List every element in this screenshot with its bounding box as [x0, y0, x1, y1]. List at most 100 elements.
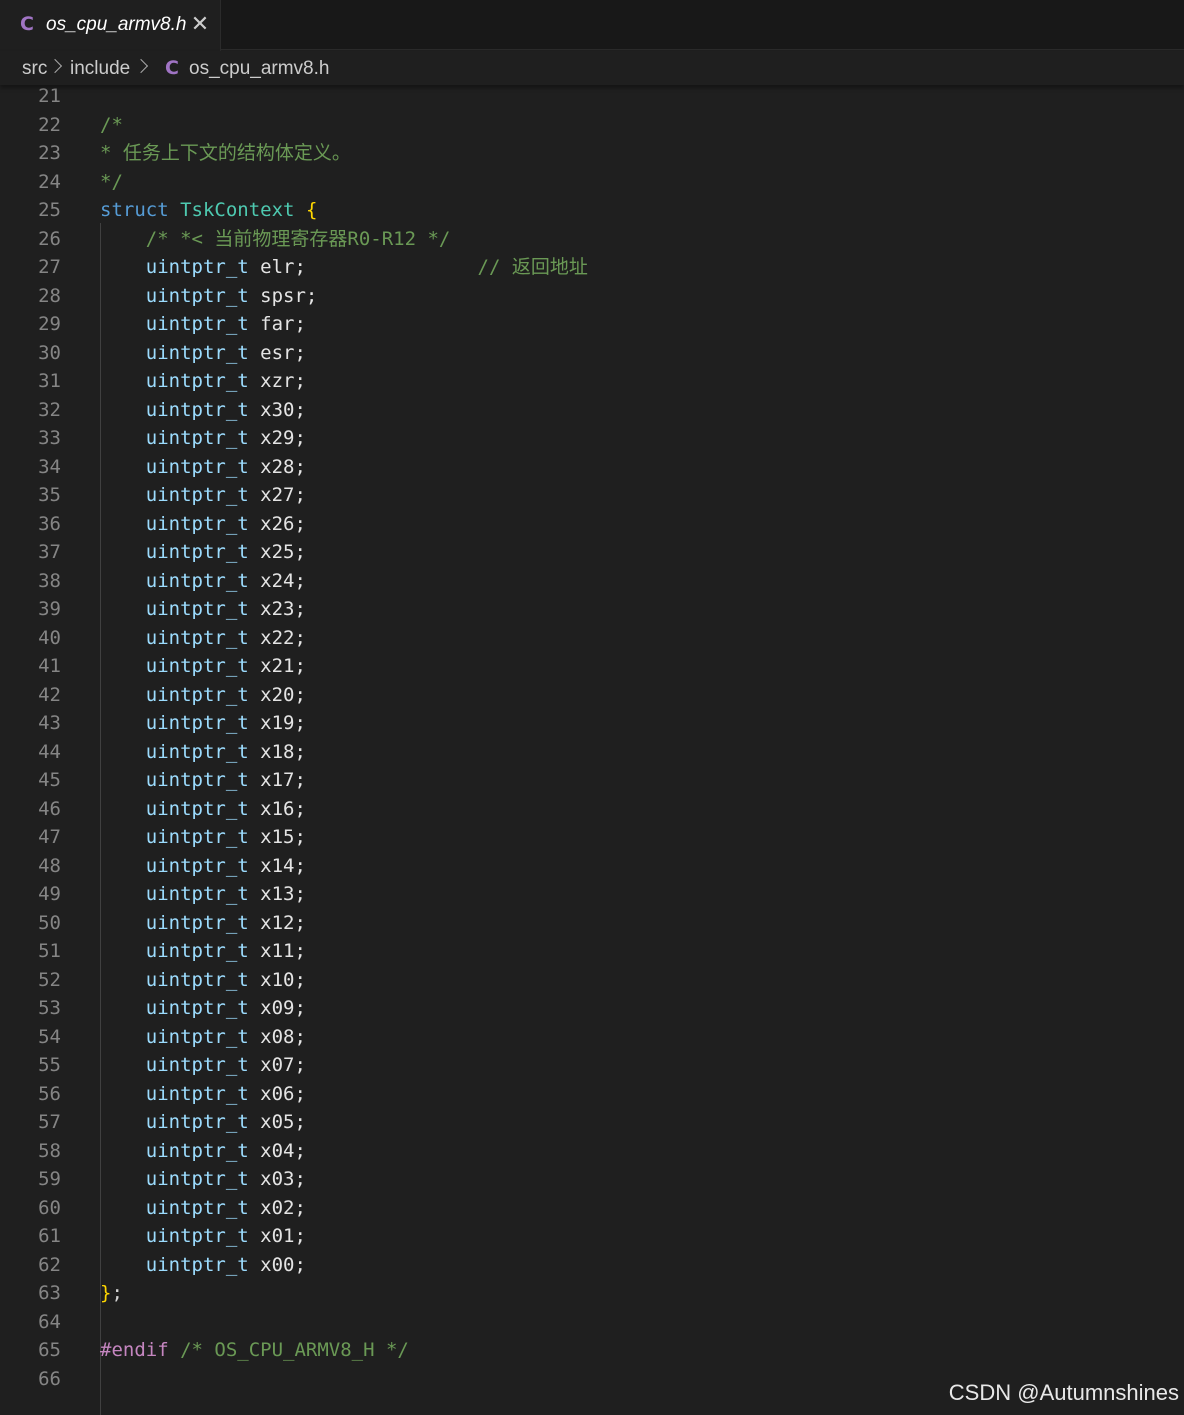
- code-text: uintptr_t x28;: [100, 453, 306, 482]
- code-line[interactable]: 32 uintptr_t x30;: [0, 396, 1184, 425]
- code-text: uintptr_t esr;: [100, 339, 306, 368]
- c-file-icon: C: [165, 57, 179, 79]
- line-number: 21: [38, 85, 61, 107]
- code-token: x02;: [248, 1196, 306, 1219]
- code-line[interactable]: 52 uintptr_t x10;: [0, 966, 1184, 995]
- code-text: uintptr_t xzr;: [100, 367, 306, 396]
- code-text: uintptr_t x14;: [100, 852, 306, 881]
- code-token: uintptr_t: [145, 1253, 249, 1276]
- code-line[interactable]: 35 uintptr_t x27;: [0, 481, 1184, 510]
- code-token: uintptr_t: [145, 968, 249, 991]
- code-line[interactable]: 34 uintptr_t x28;: [0, 453, 1184, 482]
- code-line[interactable]: 24 */: [0, 168, 1184, 197]
- code-token: spsr;: [248, 284, 318, 307]
- code-token: x14;: [248, 854, 306, 877]
- code-token: uintptr_t: [145, 1082, 249, 1105]
- code-line[interactable]: 54 uintptr_t x08;: [0, 1023, 1184, 1052]
- code-line[interactable]: 64: [0, 1308, 1184, 1337]
- code-line[interactable]: 47 uintptr_t x15;: [0, 823, 1184, 852]
- code-line[interactable]: 23 * 任务上下文的结构体定义。: [0, 139, 1184, 168]
- code-line[interactable]: 65 #endif /* OS_CPU_ARMV8_H */: [0, 1336, 1184, 1365]
- chevron-right-icon: [47, 58, 63, 74]
- code-line[interactable]: 33 uintptr_t x29;: [0, 424, 1184, 453]
- code-token: uintptr_t: [145, 313, 249, 335]
- breadcrumb-item-include[interactable]: include: [70, 58, 130, 80]
- code-line[interactable]: 51 uintptr_t x11;: [0, 937, 1184, 966]
- code-text: uintptr_t x04;: [100, 1137, 306, 1166]
- code-text: uintptr_t x29;: [100, 424, 306, 453]
- code-text: uintptr_t x11;: [100, 937, 306, 966]
- code-text: uintptr_t elr; // 返回地址: [100, 253, 588, 282]
- code-line[interactable]: 29 uintptr_t far;: [0, 310, 1184, 339]
- code-token: // 返回地址: [477, 256, 588, 278]
- code-token: uintptr_t: [145, 598, 249, 620]
- code-line[interactable]: 25 struct TskContext {: [0, 196, 1184, 225]
- code-line[interactable]: 60 uintptr_t x02;: [0, 1194, 1184, 1223]
- code-line[interactable]: 40 uintptr_t x22;: [0, 624, 1184, 653]
- line-number: 53: [38, 997, 61, 1019]
- code-token: uintptr_t: [145, 626, 249, 649]
- code-token: x03;: [248, 1168, 306, 1190]
- code-text: uintptr_t x05;: [100, 1108, 306, 1137]
- code-line[interactable]: 37 uintptr_t x25;: [0, 538, 1184, 567]
- code-line[interactable]: 62 uintptr_t x00;: [0, 1251, 1184, 1280]
- code-line[interactable]: 63};: [0, 1279, 1184, 1308]
- code-line[interactable]: 53 uintptr_t x09;: [0, 994, 1184, 1023]
- code-line[interactable]: 46 uintptr_t x16;: [0, 795, 1184, 824]
- code-line[interactable]: 42 uintptr_t x20;: [0, 681, 1184, 710]
- code-line[interactable]: 43 uintptr_t x19;: [0, 709, 1184, 738]
- line-number: 55: [38, 1054, 61, 1076]
- code-line[interactable]: 39 uintptr_t x23;: [0, 595, 1184, 624]
- code-line[interactable]: 61 uintptr_t x01;: [0, 1222, 1184, 1251]
- code-line[interactable]: 22 /*: [0, 111, 1184, 140]
- code-line[interactable]: 31 uintptr_t xzr;: [0, 367, 1184, 396]
- code-line[interactable]: 36 uintptr_t x26;: [0, 510, 1184, 539]
- code-editor[interactable]: 21 22 /* 23 * 任务上下文的结构体定义。 24 */ 25 struct TskCo…: [0, 85, 1184, 1415]
- code-line[interactable]: 45 uintptr_t x17;: [0, 766, 1184, 795]
- code-line[interactable]: 26 /* *< 当前物理寄存器R0-R12 */: [0, 225, 1184, 254]
- code-token: x11;: [248, 940, 306, 962]
- code-line[interactable]: 28 uintptr_t spsr;: [0, 282, 1184, 311]
- code-text: uintptr_t x13;: [100, 880, 306, 909]
- code-line[interactable]: 50 uintptr_t x12;: [0, 909, 1184, 938]
- line-number: 45: [38, 769, 61, 791]
- code-token: uintptr_t: [145, 911, 249, 934]
- code-line[interactable]: 59 uintptr_t x03;: [0, 1165, 1184, 1194]
- line-number: 36: [38, 512, 61, 535]
- breadcrumb-item-file[interactable]: os_cpu_armv8.h: [189, 58, 329, 80]
- tab-bar: C os_cpu_armv8.h ✕: [0, 0, 1184, 51]
- code-line[interactable]: 38 uintptr_t x24;: [0, 567, 1184, 596]
- tab-os-cpu-armv8-h[interactable]: C os_cpu_armv8.h ✕: [0, 0, 221, 51]
- code-text: uintptr_t x20;: [100, 681, 306, 710]
- code-line[interactable]: 55 uintptr_t x07;: [0, 1051, 1184, 1080]
- breadcrumb-item-src[interactable]: src: [22, 58, 47, 80]
- code-text: uintptr_t x24;: [100, 567, 306, 596]
- code-line[interactable]: 41 uintptr_t x21;: [0, 652, 1184, 681]
- code-token: uintptr_t: [145, 455, 249, 478]
- code-token: xzr;: [248, 370, 306, 392]
- chevron-right-icon: [133, 58, 149, 74]
- code-line[interactable]: 30 uintptr_t esr;: [0, 339, 1184, 368]
- code-line[interactable]: 44 uintptr_t x18;: [0, 738, 1184, 767]
- code-line[interactable]: 49 uintptr_t x13;: [0, 880, 1184, 909]
- close-icon[interactable]: ✕: [189, 11, 211, 37]
- code-line[interactable]: 21: [0, 85, 1184, 111]
- code-line[interactable]: 48 uintptr_t x14;: [0, 852, 1184, 881]
- code-token: x07;: [248, 1054, 306, 1076]
- code-line[interactable]: 58 uintptr_t x04;: [0, 1137, 1184, 1166]
- code-line[interactable]: 57 uintptr_t x05;: [0, 1108, 1184, 1137]
- code-text: #endif /* OS_CPU_ARMV8_H */: [100, 1336, 409, 1365]
- code-text: uintptr_t x30;: [100, 396, 306, 425]
- code-token: uintptr_t: [145, 883, 249, 905]
- code-line[interactable]: 27 uintptr_t elr; // 返回地址: [0, 253, 1184, 282]
- line-number: 39: [38, 598, 61, 620]
- code-line[interactable]: 56 uintptr_t x06;: [0, 1080, 1184, 1109]
